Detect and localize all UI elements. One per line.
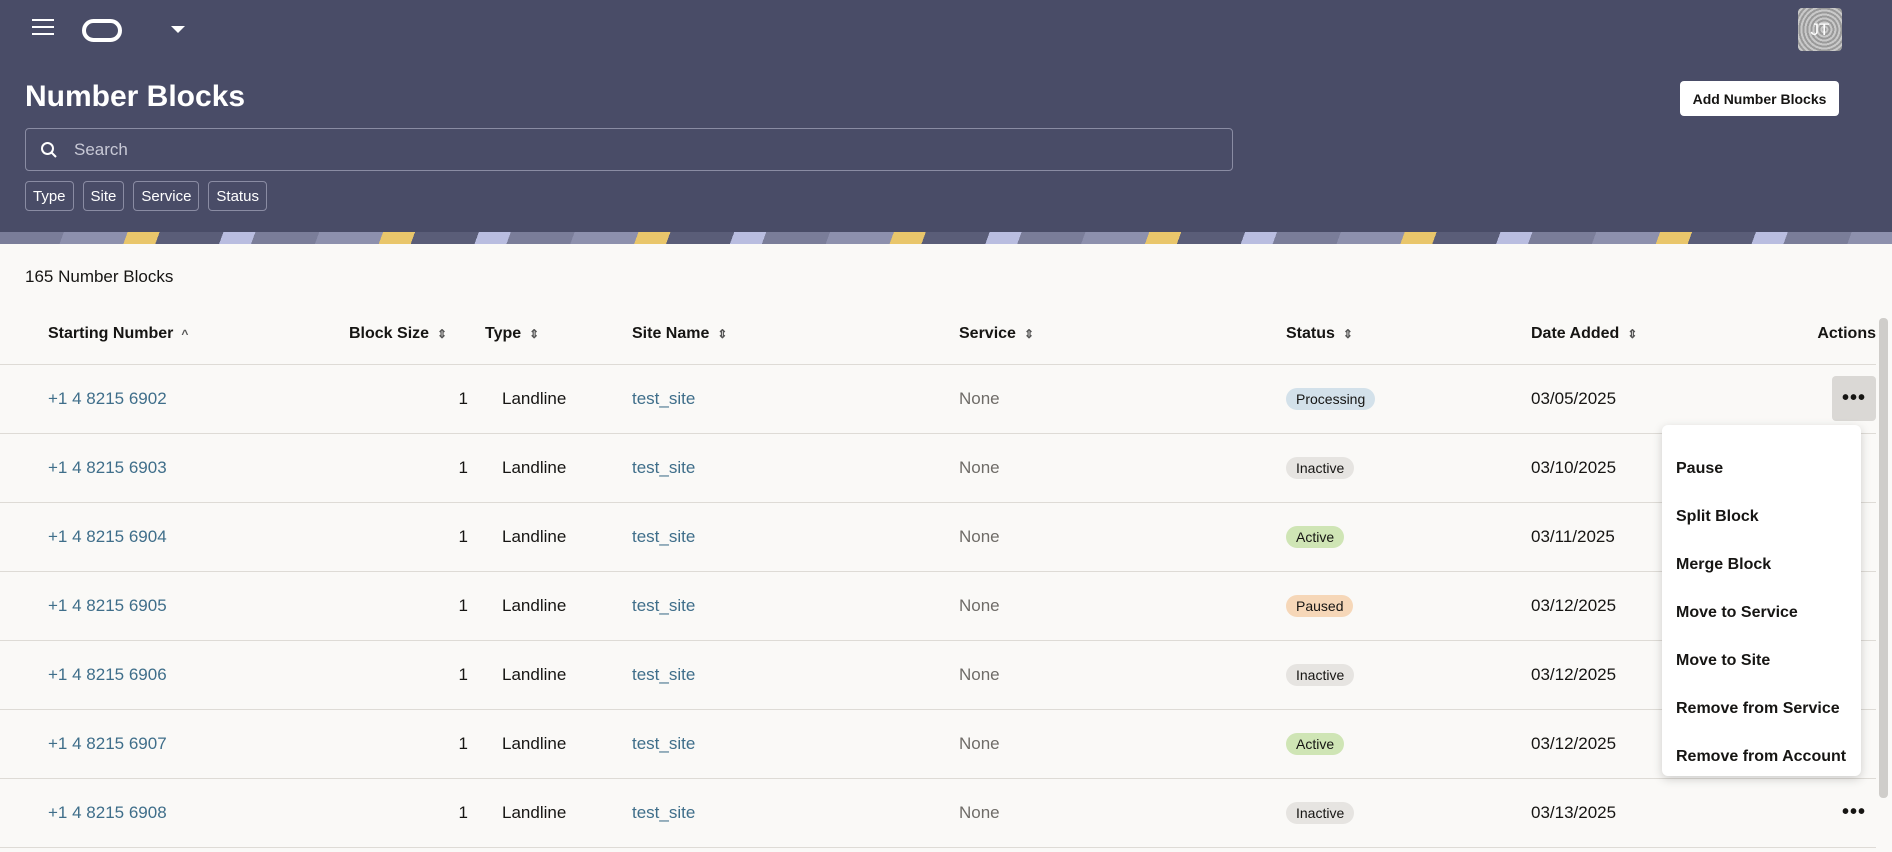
block-size: 1: [338, 778, 468, 848]
site-name-link[interactable]: test_site: [632, 527, 695, 546]
decorative-banner: [0, 232, 1892, 244]
sort-icon[interactable]: ⇕: [1343, 327, 1353, 341]
col-date-added[interactable]: Date Added ⇕: [1531, 304, 1791, 365]
search-icon: [41, 141, 57, 158]
sort-icon[interactable]: ⇕: [1024, 327, 1034, 341]
type: Landline: [468, 364, 632, 434]
scrollbar[interactable]: [1879, 318, 1888, 798]
col-block-size[interactable]: Block Size ⇕: [338, 304, 468, 365]
sort-icon[interactable]: ⇕: [1627, 327, 1637, 341]
filter-type[interactable]: Type: [25, 181, 74, 211]
site-name-link[interactable]: test_site: [632, 458, 695, 477]
site-name-link[interactable]: test_site: [632, 734, 695, 753]
table-row: +1 4 8215 6907 1 Landline test_site None…: [0, 709, 1876, 779]
more-actions-icon[interactable]: •••: [1832, 376, 1876, 421]
status-badge: Processing: [1286, 387, 1376, 410]
starting-number-link[interactable]: +1 4 8215 6908: [48, 803, 167, 822]
menu-item-remove-from-account[interactable]: Remove from Account: [1662, 733, 1861, 781]
site-name-link[interactable]: test_site: [632, 803, 695, 822]
menu-item-move-to-service[interactable]: Move to Service: [1662, 589, 1861, 637]
col-starting-number[interactable]: Starting Number ^: [48, 304, 338, 365]
block-size: 1: [338, 364, 468, 434]
service: None: [959, 709, 1286, 779]
type: Landline: [468, 502, 632, 572]
date-added: 03/05/2025: [1531, 364, 1791, 434]
page-header: [0, 0, 1892, 232]
table-row: +1 4 8215 6904 1 Landline test_site None…: [0, 502, 1876, 572]
filter-service[interactable]: Service: [133, 181, 200, 211]
table-row: +1 4 8215 6905 1 Landline test_site None…: [0, 571, 1876, 641]
menu-item-move-to-site[interactable]: Move to Site: [1662, 637, 1861, 685]
avatar[interactable]: JT: [1798, 8, 1842, 51]
site-name-link[interactable]: test_site: [632, 596, 695, 615]
sort-icon[interactable]: ⇕: [437, 327, 447, 341]
starting-number-link[interactable]: +1 4 8215 6905: [48, 596, 167, 615]
sort-icon[interactable]: ⇕: [529, 327, 539, 341]
status-badge: Paused: [1286, 594, 1354, 617]
service: None: [959, 778, 1286, 848]
oracle-logo[interactable]: [82, 19, 122, 42]
type: Landline: [468, 709, 632, 779]
number-blocks-table: Starting Number ^ Block Size ⇕ Type ⇕ Site …: [0, 304, 1876, 848]
service: None: [959, 364, 1286, 434]
table-row: +1 4 8215 6902 1 Landline test_site None…: [0, 364, 1876, 434]
type: Landline: [468, 433, 632, 503]
status-badge: Inactive: [1286, 801, 1355, 824]
menu-item-split-block[interactable]: Split Block: [1662, 493, 1861, 541]
search-input[interactable]: [74, 139, 1174, 160]
service: None: [959, 433, 1286, 503]
col-status[interactable]: Status ⇕: [1286, 304, 1531, 365]
status-badge: Inactive: [1286, 456, 1355, 479]
type: Landline: [468, 571, 632, 641]
status-badge: Active: [1286, 525, 1345, 548]
type: Landline: [468, 778, 632, 848]
table-header-row: Starting Number ^ Block Size ⇕ Type ⇕ Site …: [0, 304, 1876, 365]
filter-chips: Type Site Service Status: [25, 181, 267, 211]
starting-number-link[interactable]: +1 4 8215 6904: [48, 527, 167, 546]
sort-ascending-icon[interactable]: ^: [181, 327, 188, 341]
search-field[interactable]: [25, 128, 1233, 171]
site-name-link[interactable]: test_site: [632, 665, 695, 684]
starting-number-link[interactable]: +1 4 8215 6906: [48, 665, 167, 684]
block-size: 1: [338, 433, 468, 503]
sort-icon[interactable]: ⇕: [717, 327, 727, 341]
status-badge: Active: [1286, 732, 1345, 755]
caret-down-icon[interactable]: [171, 26, 185, 33]
starting-number-link[interactable]: +1 4 8215 6903: [48, 458, 167, 477]
starting-number-link[interactable]: +1 4 8215 6907: [48, 734, 167, 753]
filter-site[interactable]: Site: [82, 181, 125, 211]
service: None: [959, 502, 1286, 572]
table-row: +1 4 8215 6903 1 Landline test_site None…: [0, 433, 1876, 503]
col-type[interactable]: Type ⇕: [468, 304, 632, 365]
service: None: [959, 571, 1286, 641]
hamburger-menu-icon[interactable]: [32, 19, 54, 35]
col-service[interactable]: Service ⇕: [959, 304, 1286, 365]
menu-item-merge-block[interactable]: Merge Block: [1662, 541, 1861, 589]
status-badge: Inactive: [1286, 663, 1355, 686]
type: Landline: [468, 640, 632, 710]
more-actions-icon[interactable]: •••: [1832, 790, 1876, 835]
page-title: Number Blocks: [25, 80, 246, 113]
table-row: +1 4 8215 6906 1 Landline test_site None…: [0, 640, 1876, 710]
actions-menu: Pause Split Block Merge Block Move to Servi…: [1662, 425, 1861, 776]
menu-item-pause[interactable]: Pause: [1662, 445, 1861, 493]
block-size: 1: [338, 640, 468, 710]
starting-number-link[interactable]: +1 4 8215 6902: [48, 389, 167, 408]
date-added: 03/13/2025: [1531, 778, 1791, 848]
block-size: 1: [338, 502, 468, 572]
col-site-name[interactable]: Site Name ⇕: [632, 304, 959, 365]
add-number-blocks-button[interactable]: Add Number Blocks: [1680, 81, 1839, 116]
menu-item-remove-from-service[interactable]: Remove from Service: [1662, 685, 1861, 733]
filter-status[interactable]: Status: [208, 181, 267, 211]
block-size: 1: [338, 571, 468, 641]
block-size: 1: [338, 709, 468, 779]
site-name-link[interactable]: test_site: [632, 389, 695, 408]
table-row: +1 4 8215 6908 1 Landline test_site None…: [0, 778, 1876, 848]
result-count: 165 Number Blocks: [25, 267, 174, 286]
col-actions: Actions: [1791, 304, 1876, 365]
service: None: [959, 640, 1286, 710]
